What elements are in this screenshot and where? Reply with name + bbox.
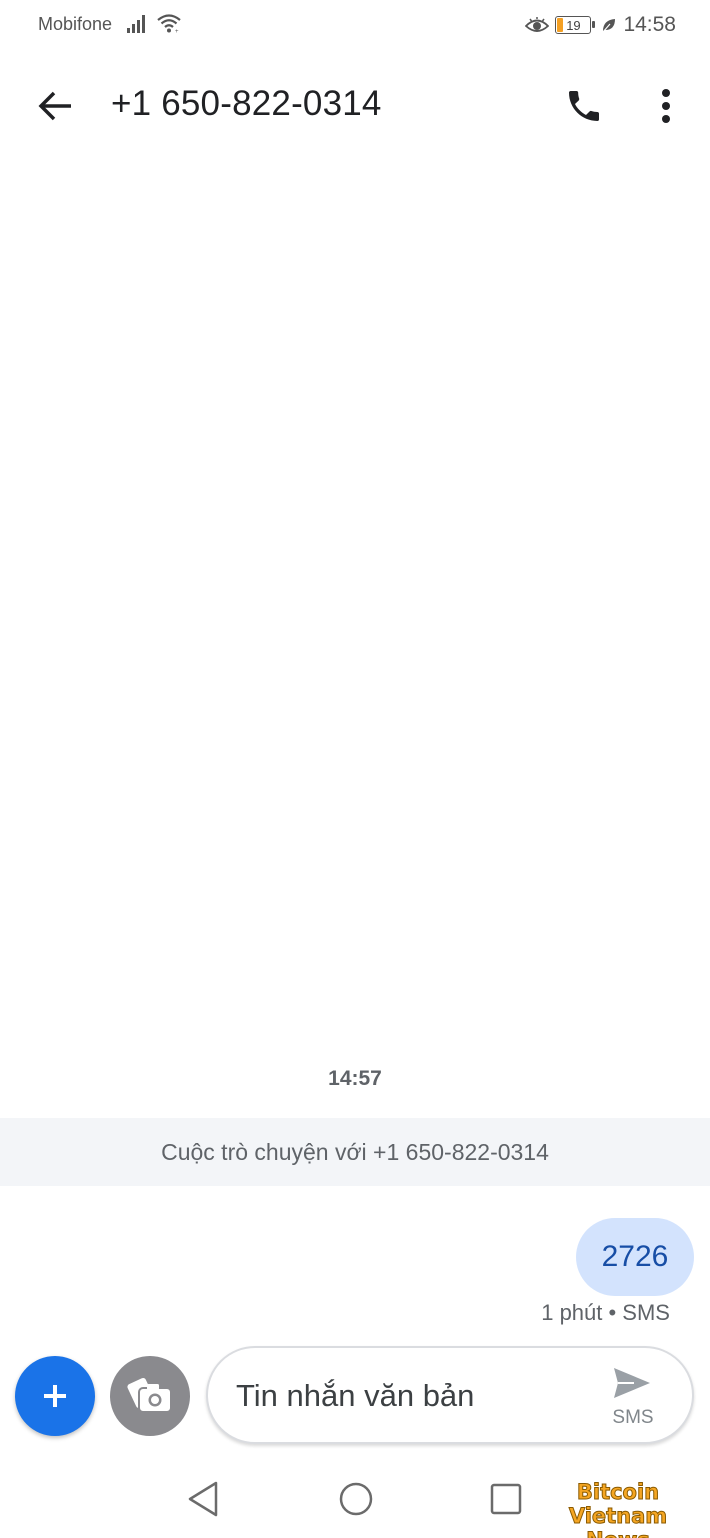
nav-home-icon[interactable] (338, 1481, 374, 1517)
clock: 14:58 (623, 13, 676, 36)
battery-level: 19 (566, 17, 581, 33)
svg-text:+: + (175, 29, 179, 34)
send-button[interactable]: SMS (608, 1362, 658, 1432)
message-bubble[interactable]: 2726 (576, 1218, 694, 1296)
back-arrow-icon (38, 91, 71, 121)
back-button[interactable] (30, 82, 80, 130)
wifi-icon: + (157, 14, 181, 34)
carrier-name: Mobifone (38, 14, 113, 34)
conversation-title: +1 650-822-0314 (111, 84, 382, 123)
add-attachment-button[interactable] (15, 1356, 95, 1436)
phone-icon (569, 91, 599, 121)
eye-icon (525, 17, 550, 32)
camera-gallery-button[interactable] (110, 1356, 190, 1436)
message-input[interactable] (236, 1370, 596, 1422)
more-options-button[interactable] (644, 80, 688, 132)
watermark-line-1: Bitcoin Vietnam (568, 1480, 668, 1529)
status-bar: Mobifone + 19 14:58 (0, 0, 710, 52)
navigation-bar: Bitcoin Vietnam News (0, 1460, 710, 1538)
send-icon (614, 1368, 650, 1398)
leaf-icon (602, 19, 616, 33)
nav-recents-icon[interactable] (490, 1483, 522, 1515)
nav-back-icon[interactable] (185, 1480, 221, 1518)
message-timestamp: 14:57 (328, 1067, 382, 1090)
camera-icon (127, 1377, 172, 1413)
watermark-logo: Bitcoin Vietnam News (528, 1480, 708, 1538)
plus-icon (44, 1385, 66, 1407)
send-sms-label: SMS (612, 1407, 654, 1428)
compose-box: SMS (206, 1346, 694, 1444)
more-vert-icon (662, 89, 670, 123)
status-icons: 19 14:58 (525, 12, 676, 38)
signal-icon (127, 15, 145, 33)
message-meta: 1 phút • SMS (541, 1300, 670, 1325)
app-bar: +1 650-822-0314 (0, 60, 710, 150)
conversation-banner: Cuộc trò chuyện với +1 650-822-0314 (0, 1118, 710, 1186)
call-button[interactable] (558, 80, 610, 132)
watermark-line-2: News (528, 1528, 708, 1538)
battery-icon: 19 (555, 16, 596, 34)
